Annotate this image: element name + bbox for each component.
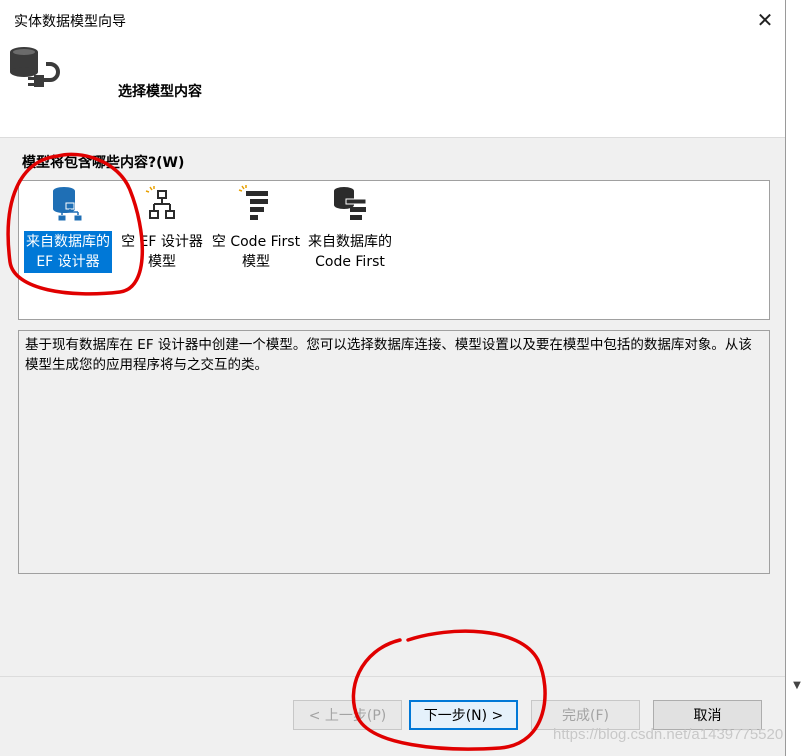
database-hierarchy-icon	[53, 187, 83, 222]
option-label: 空 EF 设计器 模型	[121, 234, 203, 270]
option-code-first-from-database[interactable]: 来自数据库的 Code First	[303, 185, 397, 273]
option-empty-ef-designer[interactable]: 空 EF 设计器 模型	[115, 185, 209, 273]
empty-code-first-icon	[238, 185, 268, 220]
option-empty-code-first[interactable]: 空 Code First 模型	[209, 185, 303, 273]
close-icon: ✕	[756, 8, 774, 32]
entity-data-model-wizard: 实体数据模型向导 ✕ 选择模型内容 模型将包含哪些内容?(W) 来自数据库的 E…	[0, 0, 786, 756]
option-label: 来自数据库的 EF 设计器	[24, 231, 112, 273]
wizard-header: 选择模型内容	[0, 40, 785, 138]
option-description: 基于现有数据库在 EF 设计器中创建一个模型。您可以选择数据库连接、模型设置以及…	[25, 337, 752, 373]
title-bar: 实体数据模型向导 ✕	[0, 0, 785, 40]
database-plug-icon	[10, 47, 60, 87]
window-title: 实体数据模型向导	[14, 14, 126, 30]
model-content-question: 模型将包含哪些内容?(W)	[22, 155, 185, 171]
close-button[interactable]: ✕	[745, 4, 785, 36]
back-button[interactable]: < 上一步(P)	[293, 700, 402, 730]
page-title: 选择模型内容	[118, 84, 202, 100]
model-content-list[interactable]: 来自数据库的 EF 设计器 空 EF 设计器 模型 空 Code First 模…	[18, 180, 770, 320]
watermark: https://blog.csdn.net/a1439775520	[553, 726, 784, 743]
footer-divider	[0, 676, 785, 677]
option-description-box: 基于现有数据库在 EF 设计器中创建一个模型。您可以选择数据库连接、模型设置以及…	[18, 330, 770, 574]
database-code-first-icon	[334, 187, 367, 220]
option-label: 来自数据库的 Code First	[308, 234, 392, 270]
page-scrollbar[interactable]	[787, 0, 807, 756]
scroll-down-arrow-icon[interactable]: ▼	[789, 676, 805, 694]
option-label: 空 Code First 模型	[211, 234, 301, 270]
option-ef-designer-from-database[interactable]: 来自数据库的 EF 设计器	[21, 185, 115, 273]
next-button[interactable]: 下一步(N) >	[409, 700, 518, 730]
empty-hierarchy-icon	[145, 186, 175, 219]
